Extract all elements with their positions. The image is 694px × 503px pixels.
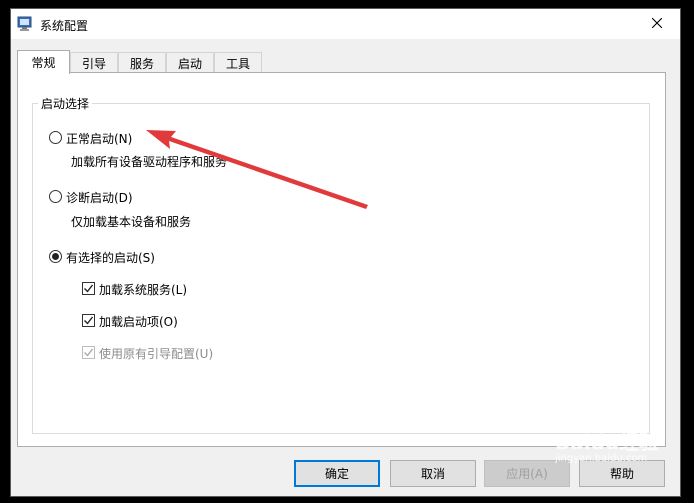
tab-label: 服务: [129, 56, 154, 71]
watermark-brand: Baidu经验: [555, 430, 660, 454]
checkbox[interactable]: [82, 314, 95, 327]
tab-content-general: 启动选择 正常启动(N) 加载所有设备驱动程序和服务 诊断启动(D) 仅加载基本…: [17, 72, 666, 447]
tab-tools[interactable]: 工具: [214, 52, 262, 73]
button-label: 取消: [420, 467, 445, 481]
tab-label: 工具: [225, 56, 250, 71]
tab-general[interactable]: 常规: [17, 50, 70, 74]
apply-button: 应用(A): [484, 460, 570, 487]
radio-label[interactable]: 诊断启动(D): [66, 189, 133, 206]
tab-label: 启动: [177, 56, 202, 71]
checkbox[interactable]: [82, 282, 95, 295]
checkmark-icon: [84, 348, 94, 357]
tab-label: 常规: [31, 56, 56, 70]
diagnostic-startup-description: 仅加载基本设备和服务: [71, 215, 192, 229]
checkbox-label[interactable]: 加载启动项(O): [99, 313, 178, 330]
checkmark-icon: [84, 284, 94, 293]
checkbox-label[interactable]: 加载系统服务(L): [99, 281, 187, 298]
button-label: 确定: [324, 467, 349, 481]
tab-boot[interactable]: 引导: [70, 52, 118, 73]
tab-label: 引导: [81, 56, 106, 71]
radio-button[interactable]: [49, 131, 62, 144]
ok-button[interactable]: 确定: [294, 460, 380, 487]
radio-button[interactable]: [49, 190, 62, 203]
radio-label[interactable]: 正常启动(N): [66, 130, 132, 147]
close-icon: [651, 17, 663, 31]
system-config-window: 系统配置 常规 引导 服务 启动 工具 启动选择 正常启动(N) 加载所有设备驱…: [10, 8, 681, 497]
msconfig-app-icon: [17, 16, 33, 32]
baidu-watermark: Baidu经验 jingyan.baidu.com: [555, 426, 659, 464]
radio-button[interactable]: [49, 250, 62, 263]
normal-startup-description: 加载所有设备驱动程序和服务: [71, 155, 228, 169]
tab-services[interactable]: 服务: [118, 52, 166, 73]
close-button[interactable]: [634, 9, 680, 39]
radio-label[interactable]: 有选择的启动(S): [66, 249, 155, 266]
help-button[interactable]: 帮助: [579, 460, 665, 487]
button-label: 帮助: [609, 467, 634, 481]
group-title: 启动选择: [38, 95, 93, 112]
window-title: 系统配置: [40, 19, 89, 33]
watermark-url: jingyan.baidu.com: [555, 453, 648, 464]
title-bar[interactable]: 系统配置: [11, 9, 680, 39]
tab-startup[interactable]: 启动: [166, 52, 214, 73]
button-label: 应用(A): [506, 467, 548, 481]
checkmark-icon: [84, 316, 94, 325]
checkbox-label: 使用原有引导配置(U): [99, 347, 214, 361]
checkbox: [82, 346, 95, 359]
cancel-button[interactable]: 取消: [390, 460, 476, 487]
